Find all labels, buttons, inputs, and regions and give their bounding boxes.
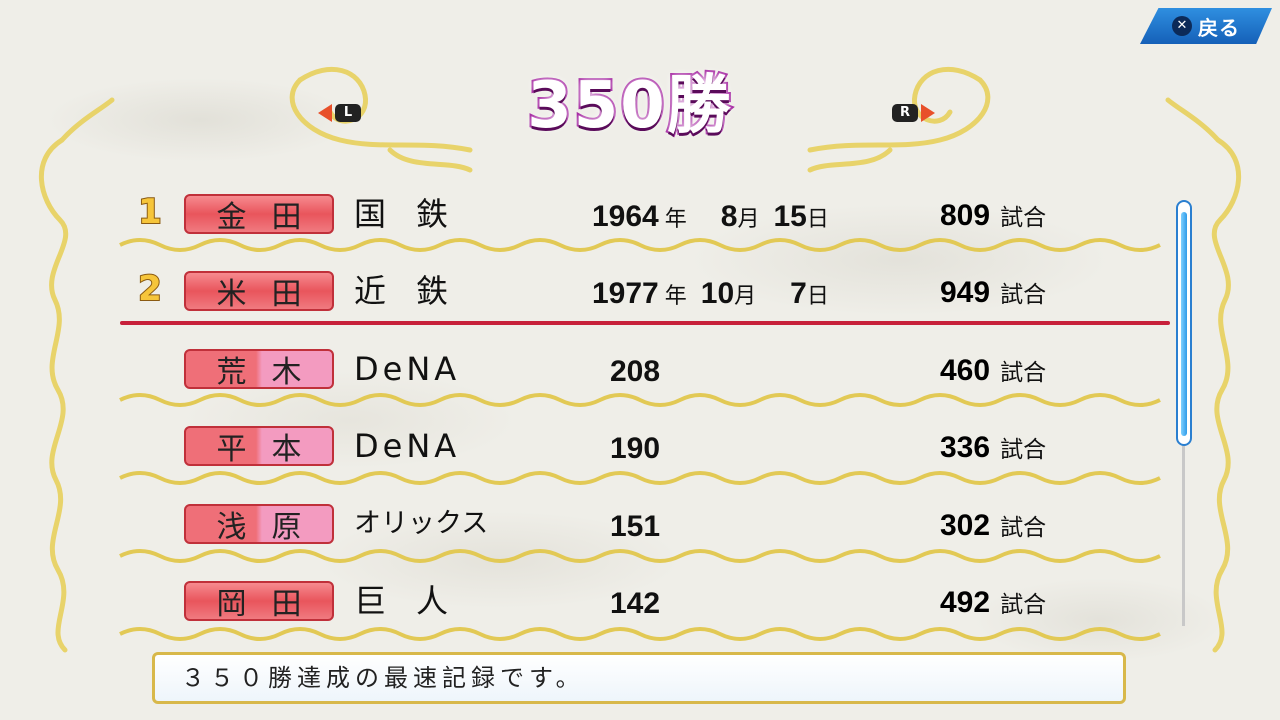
player-name-char: 金 — [216, 200, 247, 235]
games-value: 809 — [940, 199, 991, 232]
team-name: 国鉄 — [354, 195, 479, 233]
record-row[interactable]: 浅 原 オリックス 151 302 試合 — [120, 496, 1170, 554]
x-button-icon: ✕ — [1172, 16, 1192, 36]
record-row[interactable]: 岡 田 巨人 142 492 試合 — [120, 573, 1170, 631]
r-key: R — [892, 104, 918, 122]
prev-page-button[interactable]: L — [318, 102, 361, 124]
day-value: 7 — [790, 277, 807, 310]
games-value: 302 — [940, 509, 991, 542]
player-name-char: 原 — [271, 510, 302, 545]
record-row[interactable]: 1 金 田 国鉄 1964 年 8 月 15 日 809 試合 — [120, 186, 1170, 244]
page-title: 350勝 — [525, 67, 733, 145]
player-name-plate: 浅 原 — [184, 504, 334, 545]
games-count: 492 試合 — [940, 585, 1046, 620]
team-name: DeNA — [354, 350, 461, 388]
description-message: ３５０勝達成の最速記録です。 — [152, 652, 1126, 704]
player-name-char: 岡 — [216, 587, 247, 622]
rank-number: 1 — [137, 191, 163, 233]
wins-count: 190 — [610, 432, 660, 466]
games-unit: 試合 — [1000, 437, 1047, 463]
scrollbar-track — [1182, 446, 1185, 626]
player-name-plate: 荒 木 — [184, 349, 334, 390]
day-unit: 日 — [806, 284, 829, 309]
games-count: 336 試合 — [940, 430, 1046, 465]
arrow-right-icon — [921, 104, 935, 122]
games-unit: 試合 — [1000, 205, 1047, 231]
team-name: オリックス — [354, 508, 489, 539]
games-unit: 試合 — [1000, 515, 1047, 541]
games-unit: 試合 — [1000, 592, 1047, 618]
month-unit: 月 — [734, 284, 757, 309]
wins-count: 142 — [610, 587, 660, 621]
player-name-char: 平 — [216, 432, 247, 467]
games-unit: 試合 — [1000, 360, 1047, 386]
wins-count: 208 — [610, 355, 660, 389]
record-row[interactable]: 2 米 田 近鉄 1977 年 10 月 7 日 949 試合 — [120, 263, 1170, 321]
player-name-char: 田 — [271, 277, 302, 312]
games-value: 949 — [940, 276, 991, 309]
wins-count: 151 — [610, 510, 660, 544]
player-name-plate: 岡 田 — [184, 581, 334, 622]
year-unit: 年 — [664, 284, 687, 309]
next-page-button[interactable]: R — [892, 102, 935, 124]
games-count: 809 試合 — [940, 198, 1046, 233]
games-count: 949 試合 — [940, 275, 1046, 310]
team-name: 巨人 — [354, 582, 479, 620]
record-row[interactable]: 荒 木 DeNA 208 460 試合 — [120, 341, 1170, 399]
month-value: 10 — [700, 277, 735, 310]
wins-value: 142 — [610, 587, 661, 620]
games-count: 302 試合 — [940, 508, 1046, 543]
month-unit: 月 — [737, 207, 760, 232]
player-name-char: 米 — [216, 277, 247, 312]
day-unit: 日 — [806, 207, 829, 232]
scrollbar[interactable] — [1176, 200, 1192, 446]
achievement-date: 1977 年 10 月 7 日 — [592, 277, 829, 311]
year-value: 1977 — [592, 277, 659, 310]
team-name: DeNA — [354, 427, 461, 465]
back-label: 戻る — [1198, 15, 1240, 40]
games-value: 460 — [940, 354, 991, 387]
games-unit: 試合 — [1000, 282, 1047, 308]
player-name-plate: 米 田 — [184, 271, 334, 312]
player-name-char: 本 — [271, 432, 302, 467]
wins-value: 190 — [610, 432, 661, 465]
day-value: 15 — [773, 200, 807, 233]
record-row[interactable]: 平 本 DeNA 190 336 試合 — [120, 418, 1170, 476]
year-unit: 年 — [664, 207, 687, 232]
wins-value: 208 — [610, 355, 661, 388]
wins-value: 151 — [610, 510, 661, 543]
player-name-char: 荒 — [216, 355, 247, 390]
year-value: 1964 — [592, 200, 659, 233]
scrollbar-thumb[interactable] — [1181, 212, 1187, 436]
player-name-plate: 平 本 — [184, 426, 334, 467]
player-name-char: 田 — [271, 587, 302, 622]
month-value: 8 — [720, 200, 738, 233]
player-name-char: 田 — [271, 200, 302, 235]
team-name: 近鉄 — [354, 272, 479, 310]
player-name-char: 木 — [271, 355, 302, 390]
back-button[interactable]: ✕ 戻る — [1140, 8, 1272, 44]
arrow-left-icon — [318, 104, 332, 122]
player-name-plate: 金 田 — [184, 194, 334, 235]
l-key: L — [335, 104, 361, 122]
record-divider — [120, 321, 1170, 325]
games-value: 492 — [940, 586, 991, 619]
player-name-char: 浅 — [216, 510, 247, 545]
rank-number: 2 — [137, 268, 163, 310]
achievement-date: 1964 年 8 月 15 日 — [592, 200, 829, 234]
games-count: 460 試合 — [940, 353, 1046, 388]
games-value: 336 — [940, 431, 991, 464]
